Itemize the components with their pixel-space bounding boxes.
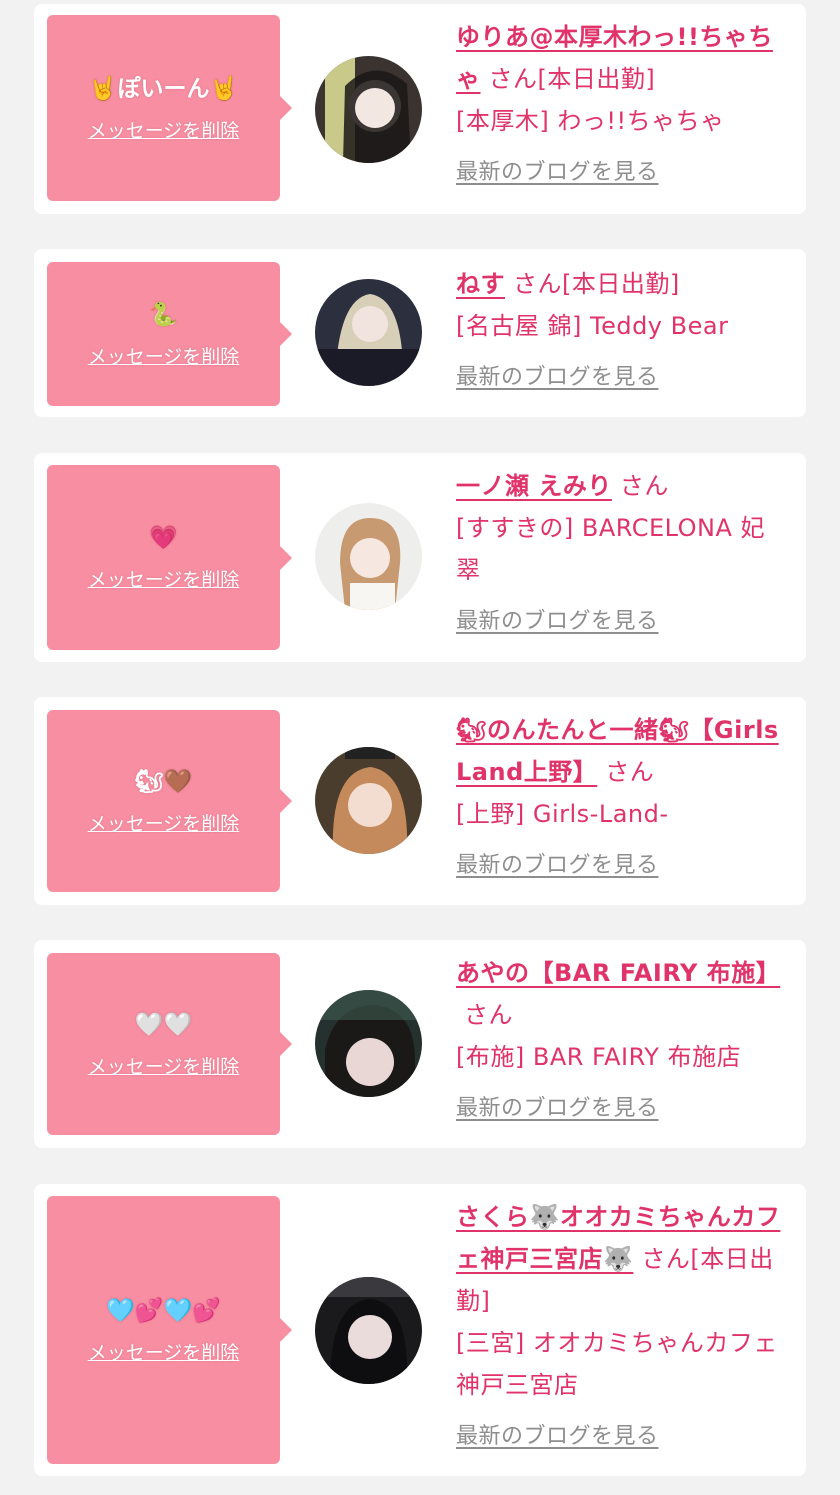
san-suffix: さん <box>464 1001 513 1029</box>
attendance-status: [本日出勤] <box>537 65 656 93</box>
message-text: 💗 <box>149 525 178 551</box>
san-suffix: さん <box>488 65 538 93</box>
san-suffix: さん <box>513 270 562 298</box>
delete-message-link[interactable]: メッセージを削除 <box>88 116 240 143</box>
delete-message-link[interactable]: メッセージを削除 <box>88 342 240 369</box>
cast-info: 🐿のんたんと一緒🐿【Girls Land上野】 さん [上野] Girls-Lan… <box>456 709 786 887</box>
message-card: 💗 メッセージを削除 一ノ瀬 えみり さん [すすきの] BARCELONA 妃翠… <box>34 453 806 662</box>
shop-name: [布施] BAR FAIRY 布施店 <box>456 1043 742 1071</box>
message-text: 🤘ぽいーん🤘 <box>88 75 239 102</box>
avatar[interactable] <box>315 503 422 610</box>
message-bubble: 💗 メッセージを削除 <box>47 465 292 650</box>
latest-blog-link[interactable]: 最新のブログを見る <box>456 1088 659 1130</box>
delete-message-link[interactable]: メッセージを削除 <box>88 809 240 836</box>
message-card: 🤍🤍 メッセージを削除 あやの【BAR FAIRY 布施】さん [布施] BAR… <box>34 940 806 1148</box>
cast-info: ゆりあ@本厚木わっ!!ちゃちゃ さん[本日出勤] [本厚木] わっ!!ちゃちゃ 最… <box>456 16 786 194</box>
message-card: 🐍 メッセージを削除 ねす さん[本日出勤] [名古屋 錦] Teddy Bear… <box>34 249 806 417</box>
message-card: 🤘ぽいーん🤘 メッセージを削除 ゆりあ@本厚木わっ!!ちゃちゃ さん[本日出勤] … <box>34 4 806 214</box>
latest-blog-link[interactable]: 最新のブログを見る <box>456 1416 659 1458</box>
latest-blog-link[interactable]: 最新のブログを見る <box>456 152 659 194</box>
avatar[interactable] <box>315 747 422 854</box>
cast-info: ねす さん[本日出勤] [名古屋 錦] Teddy Bear 最新のブログを見る <box>456 263 786 399</box>
avatar[interactable] <box>315 1277 422 1384</box>
shop-name: [三宮] オオカミちゃんカフェ神戸三宮店 <box>456 1329 778 1399</box>
delete-message-link[interactable]: メッセージを削除 <box>88 1338 240 1365</box>
san-suffix: さん <box>619 472 669 500</box>
message-text: 🐍 <box>149 301 178 328</box>
message-card: 🩵💕🩵💕 メッセージを削除 さくら🐺オオカミちゃんカフェ神戸三宮店🐺 さん[本日出… <box>34 1184 806 1476</box>
san-suffix: さん <box>605 758 655 786</box>
cast-info: あやの【BAR FAIRY 布施】さん [布施] BAR FAIRY 布施店 最… <box>456 952 786 1130</box>
latest-blog-link[interactable]: 最新のブログを見る <box>456 601 659 643</box>
latest-blog-link[interactable]: 最新のブログを見る <box>456 357 659 399</box>
message-bubble: 🐿🤎 メッセージを削除 <box>47 710 292 892</box>
avatar[interactable] <box>315 279 422 386</box>
avatar[interactable] <box>315 990 422 1097</box>
latest-blog-link[interactable]: 最新のブログを見る <box>456 845 659 887</box>
delete-message-link[interactable]: メッセージを削除 <box>88 1052 240 1079</box>
cast-name-link[interactable]: ねす <box>456 270 505 298</box>
shop-name: [名古屋 錦] Teddy Bear <box>456 312 729 340</box>
message-card: 🐿🤎 メッセージを削除 🐿のんたんと一緒🐿【Girls Land上野】 さん [上… <box>34 697 806 905</box>
cast-info: 一ノ瀬 えみり さん [すすきの] BARCELONA 妃翠 最新のブログを見る <box>456 465 786 643</box>
shop-name: [すすきの] BARCELONA 妃翠 <box>456 514 766 584</box>
message-text: 🩵💕🩵💕 <box>106 1297 221 1324</box>
attendance-status: [本日出勤] <box>562 270 680 298</box>
message-bubble: 🩵💕🩵💕 メッセージを削除 <box>47 1196 292 1464</box>
message-bubble: 🤍🤍 メッセージを削除 <box>47 953 292 1135</box>
shop-name: [本厚木] わっ!!ちゃちゃ <box>456 107 725 135</box>
delete-message-link[interactable]: メッセージを削除 <box>88 565 240 592</box>
cast-name-link[interactable]: 一ノ瀬 えみり <box>456 472 612 500</box>
cast-info: さくら🐺オオカミちゃんカフェ神戸三宮店🐺 さん[本日出勤] [三宮] オオカミちゃ… <box>456 1196 786 1458</box>
message-text: 🐿🤎 <box>134 768 193 795</box>
san-suffix: さん <box>641 1245 691 1273</box>
shop-name: [上野] Girls-Land- <box>456 800 669 828</box>
cast-name-link[interactable]: あやの【BAR FAIRY 布施】 <box>456 959 780 987</box>
message-bubble: 🐍 メッセージを削除 <box>47 262 292 406</box>
avatar[interactable] <box>315 56 422 163</box>
message-bubble: 🤘ぽいーん🤘 メッセージを削除 <box>47 15 292 201</box>
message-text: 🤍🤍 <box>134 1011 193 1038</box>
